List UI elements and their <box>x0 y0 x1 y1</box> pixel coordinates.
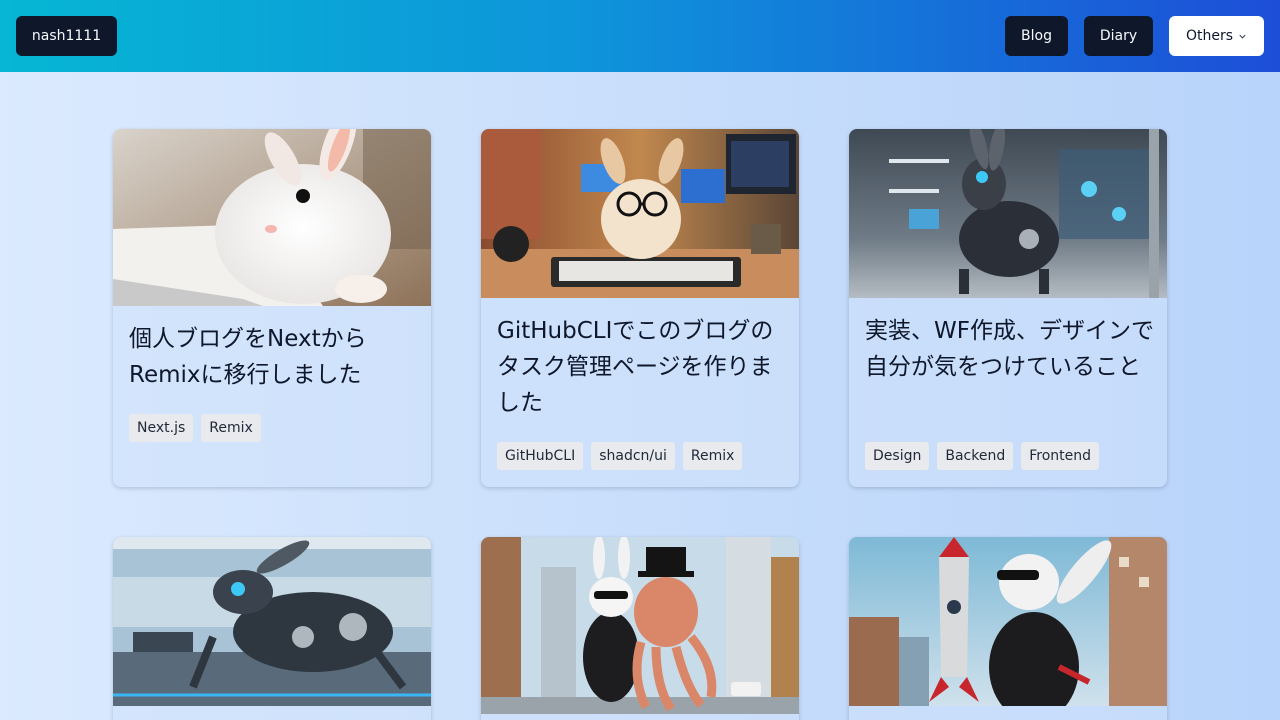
tag-badge[interactable]: Remix <box>201 414 261 442</box>
tag-badge[interactable]: Next.js <box>129 414 194 442</box>
post-thumbnail <box>113 129 431 306</box>
post-thumbnail <box>481 129 799 298</box>
nav-others-label: Others <box>1185 28 1234 44</box>
post-title[interactable]: 実装、WF作成、デザインで自分が気をつけていること <box>865 313 1155 385</box>
post-thumbnail <box>849 129 1167 298</box>
nav-blog-button[interactable]: Blog <box>1005 16 1068 56</box>
post-tags: GitHubCLI shadcn/ui Remix <box>497 442 743 470</box>
post-card[interactable] <box>849 537 1167 720</box>
tag-badge[interactable]: Backend <box>937 442 1014 470</box>
post-thumbnail <box>849 537 1167 706</box>
brand-button[interactable]: nash1111 <box>16 16 117 56</box>
nav-others-dropdown[interactable]: Others <box>1169 16 1264 56</box>
site-header: nash1111 Blog Diary Others <box>0 0 1280 72</box>
post-title[interactable]: GitHubCLIでこのブログのタスク管理ページを作りました <box>497 313 787 421</box>
tag-badge[interactable]: GitHubCLI <box>497 442 584 470</box>
post-title[interactable]: 個人ブログをNextからRemixに移行しました <box>129 321 419 393</box>
post-card[interactable]: GitHubCLIでこのブログのタスク管理ページを作りました GitHubCLI… <box>481 129 799 487</box>
post-tags: Next.js Remix <box>129 414 261 442</box>
post-thumbnail <box>481 537 799 714</box>
post-tags: Design Backend Frontend <box>865 442 1100 470</box>
nav-diary-button[interactable]: Diary <box>1084 16 1153 56</box>
chevron-down-icon <box>1239 34 1246 39</box>
post-card[interactable] <box>113 537 431 720</box>
post-card[interactable]: 個人ブログをNextからRemixに移行しました Next.js Remix <box>113 129 431 487</box>
post-card[interactable]: 実装、WF作成、デザインで自分が気をつけていること Design Backend… <box>849 129 1167 487</box>
post-thumbnail <box>113 537 431 706</box>
tag-badge[interactable]: shadcn/ui <box>591 442 675 470</box>
post-card[interactable] <box>481 537 799 720</box>
tag-badge[interactable]: Frontend <box>1021 442 1100 470</box>
tag-badge[interactable]: Remix <box>682 442 743 470</box>
tag-badge[interactable]: Design <box>865 442 930 470</box>
